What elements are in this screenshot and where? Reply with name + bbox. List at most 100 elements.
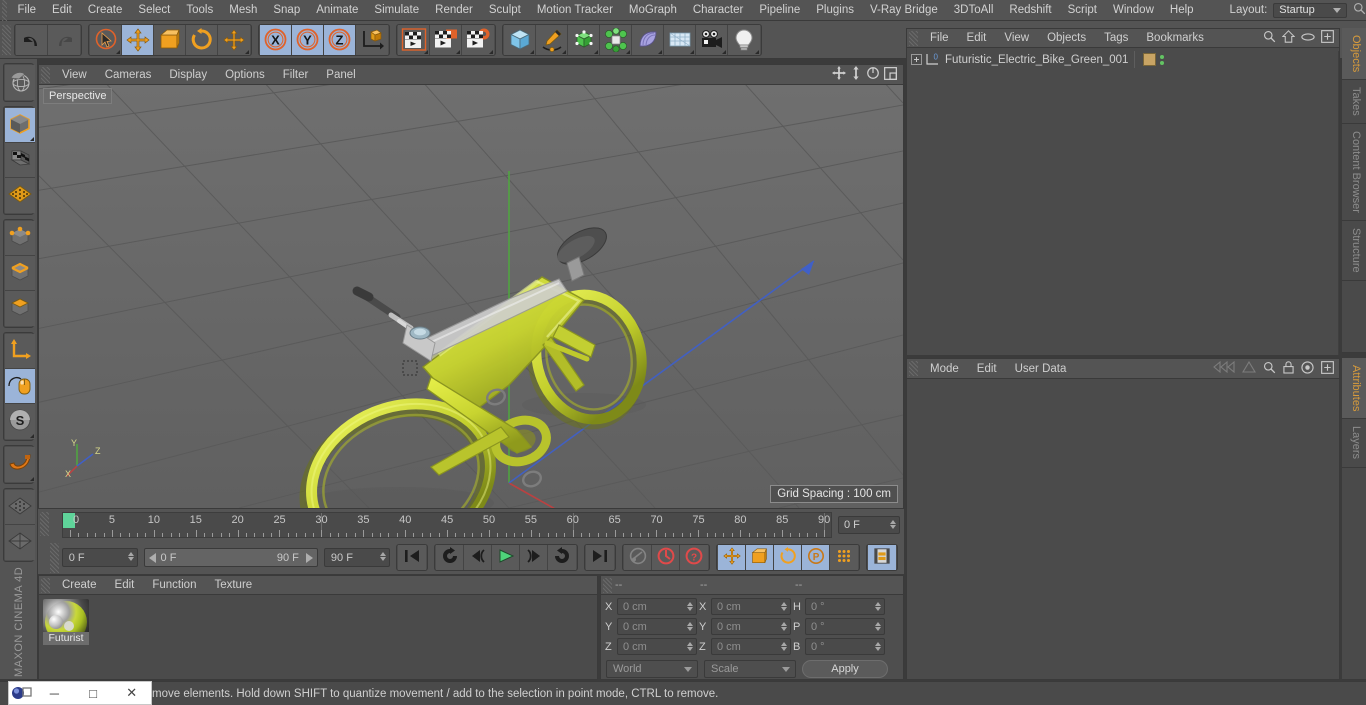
workplane-lock-button[interactable] xyxy=(5,490,35,525)
object-menu-bookmarks[interactable]: Bookmarks xyxy=(1137,32,1213,44)
timeline-frame-field[interactable]: 0 F xyxy=(838,516,900,534)
cube-primitive-button[interactable] xyxy=(504,24,536,55)
point-mode-button[interactable] xyxy=(5,221,35,256)
rotate-tool-button[interactable] xyxy=(186,24,218,55)
menu-sculpt[interactable]: Sculpt xyxy=(481,0,529,21)
apply-button[interactable]: Apply xyxy=(802,660,888,678)
deformer-button[interactable] xyxy=(632,24,664,55)
material-menu-function[interactable]: Function xyxy=(143,579,205,591)
maximize-button[interactable]: □ xyxy=(74,686,113,701)
workplane-mode-button[interactable] xyxy=(5,178,35,213)
nav-forward-icon[interactable] xyxy=(1242,360,1256,376)
search-icon[interactable] xyxy=(1353,2,1366,18)
coord-size-x-input[interactable]: 0 cm xyxy=(711,598,791,615)
y-axis-lock-button[interactable]: Y xyxy=(292,24,324,55)
menu-mesh[interactable]: Mesh xyxy=(221,0,265,21)
coordinates-grip[interactable] xyxy=(603,577,612,593)
playbar-grip[interactable] xyxy=(50,542,59,573)
menu-animate[interactable]: Animate xyxy=(308,0,366,21)
coord-rot-p-input[interactable]: 0 ° xyxy=(805,618,885,635)
camera-button[interactable] xyxy=(696,24,728,55)
menu-edit[interactable]: Edit xyxy=(44,0,80,21)
keyframe-selection-button[interactable]: ? xyxy=(680,545,709,570)
viewport-grip[interactable] xyxy=(41,66,50,83)
viewport-navigation-button[interactable] xyxy=(5,65,35,100)
viewport-menu-display[interactable]: Display xyxy=(160,69,216,81)
autokeying-button[interactable] xyxy=(652,545,681,570)
undo-button[interactable] xyxy=(16,24,48,55)
spinner-icon[interactable] xyxy=(380,552,387,561)
nav-back-icon[interactable] xyxy=(1213,360,1235,376)
attributes-manager-body[interactable] xyxy=(907,379,1339,679)
array-modeling-button[interactable] xyxy=(600,24,632,55)
material-manager-grip[interactable] xyxy=(41,577,50,593)
key-rotation-button[interactable] xyxy=(774,545,803,570)
object-menu-view[interactable]: View xyxy=(995,32,1038,44)
spinner-icon[interactable] xyxy=(890,520,896,529)
menu-plugins[interactable]: Plugins xyxy=(808,0,862,21)
step-back-button[interactable] xyxy=(464,545,493,570)
spinner-icon[interactable] xyxy=(781,622,787,631)
go-to-start-button[interactable] xyxy=(398,545,427,570)
viewport-menu-cameras[interactable]: Cameras xyxy=(96,69,161,81)
coord-size-y-input[interactable]: 0 cm xyxy=(711,618,791,635)
object-menu-edit[interactable]: Edit xyxy=(958,32,996,44)
coord-pos-z-input[interactable]: 0 cm xyxy=(617,638,697,655)
key-scale-button[interactable] xyxy=(746,545,775,570)
timeline-ruler[interactable]: 051015202530354045505560657075808590 xyxy=(62,512,832,538)
live-selection-button[interactable] xyxy=(90,24,122,55)
next-key-button[interactable] xyxy=(548,545,577,570)
material-tag-icon[interactable] xyxy=(1143,53,1157,66)
menu-pipeline[interactable]: Pipeline xyxy=(751,0,808,21)
viewport-maximize-icon[interactable] xyxy=(884,66,897,83)
menu-file[interactable]: File xyxy=(10,0,45,21)
object-manager-grip[interactable] xyxy=(909,30,918,46)
menu-script[interactable]: Script xyxy=(1060,0,1105,21)
viewport-menu-view[interactable]: View xyxy=(53,69,96,81)
coord-pos-x-input[interactable]: 0 cm xyxy=(617,598,697,615)
attributes-menu-edit[interactable]: Edit xyxy=(968,363,1006,375)
minimize-button[interactable]: ─ xyxy=(35,686,74,701)
home-icon[interactable] xyxy=(1281,30,1296,46)
move-alt-button[interactable] xyxy=(218,24,250,55)
material-menu-create[interactable]: Create xyxy=(53,579,106,591)
go-to-end-button[interactable] xyxy=(586,545,615,570)
document-end-field[interactable]: 90 F xyxy=(323,548,391,567)
viewport-menu-options[interactable]: Options xyxy=(216,69,274,81)
viewport-pan-icon[interactable] xyxy=(832,66,846,83)
object-menu-objects[interactable]: Objects xyxy=(1038,32,1095,44)
coord-rot-b-input[interactable]: 0 ° xyxy=(805,638,885,655)
key-parameter-button[interactable]: P xyxy=(802,545,831,570)
spinner-icon[interactable] xyxy=(781,602,787,611)
redo-button[interactable] xyxy=(48,24,80,55)
attributes-menu-mode[interactable]: Mode xyxy=(921,363,968,375)
render-settings-button[interactable] xyxy=(462,24,494,55)
layout-select[interactable]: Startup xyxy=(1273,2,1347,18)
play-button[interactable] xyxy=(492,545,521,570)
menu-motion-tracker[interactable]: Motion Tracker xyxy=(529,0,621,21)
menu-3dtoall[interactable]: 3DToAll xyxy=(946,0,1002,21)
ellipse-icon[interactable] xyxy=(1301,32,1315,45)
coord-size-z-input[interactable]: 0 cm xyxy=(711,638,791,655)
x-axis-lock-button[interactable]: X xyxy=(260,24,292,55)
attributes-menu-user-data[interactable]: User Data xyxy=(1006,363,1076,375)
coordinate-mode-select[interactable]: Scale xyxy=(704,660,796,678)
menu-create[interactable]: Create xyxy=(80,0,131,21)
enable-snapping-button[interactable] xyxy=(5,369,35,404)
search-icon[interactable] xyxy=(1263,361,1276,377)
key-pla-button[interactable] xyxy=(830,545,859,570)
object-manager-body[interactable]: 0 Futuristic_Electric_Bike_Green_001 xyxy=(907,51,1339,355)
edge-mode-button[interactable] xyxy=(5,256,35,291)
magnet-tool-button[interactable] xyxy=(5,447,35,482)
spinner-icon[interactable] xyxy=(127,552,134,561)
object-tree-row[interactable]: 0 Futuristic_Electric_Bike_Green_001 xyxy=(907,51,1339,68)
viewport-dolly-icon[interactable] xyxy=(850,66,862,83)
scale-tool-button[interactable] xyxy=(154,24,186,55)
coord-pos-y-input[interactable]: 0 cm xyxy=(617,618,697,635)
spinner-icon[interactable] xyxy=(687,622,693,631)
object-name[interactable]: Futuristic_Electric_Bike_Green_001 xyxy=(945,51,1136,68)
tab-layers[interactable]: Layers xyxy=(1342,419,1366,468)
menu-mograph[interactable]: MoGraph xyxy=(621,0,685,21)
tab-attributes[interactable]: Attributes xyxy=(1342,358,1366,420)
menu-render[interactable]: Render xyxy=(427,0,481,21)
